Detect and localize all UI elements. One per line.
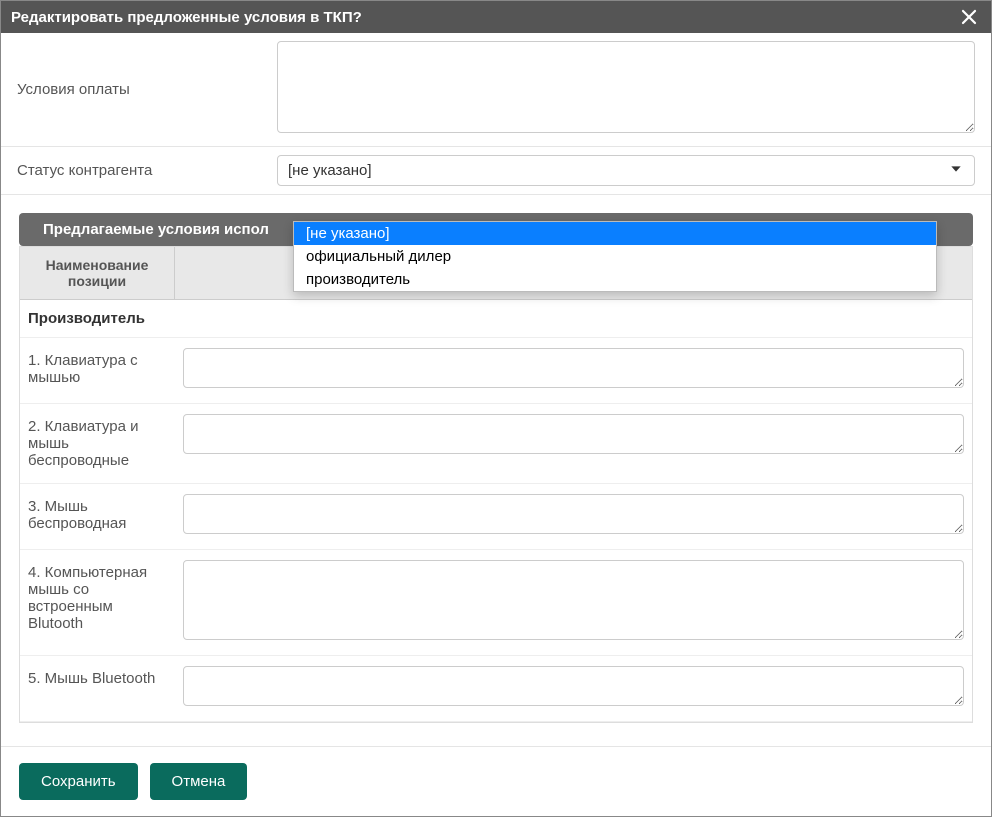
row-value-input[interactable] (183, 348, 964, 388)
table-row: 2. Клавиатура и мышь беспроводные (20, 404, 972, 484)
modal-body[interactable]: Условия оплаты Статус контрагента [не ук… (1, 33, 991, 746)
payment-terms-label: Условия оплаты (17, 81, 277, 98)
contractor-status-selected: [не указано] (288, 162, 372, 179)
dropdown-option[interactable]: официальный дилер (294, 245, 936, 268)
row-name: 3. Мышь беспроводная (20, 484, 175, 549)
table-row: 4. Компьютерная мышь со встроенным Bluto… (20, 550, 972, 656)
dropdown-option[interactable]: [не указано] (294, 222, 936, 245)
row-name: 1. Клавиатура с мышью (20, 338, 175, 403)
close-icon[interactable] (957, 5, 981, 29)
modal-footer: Сохранить Отмена (1, 746, 991, 816)
row-value-input[interactable] (183, 414, 964, 454)
spec-group-title: Производитель (20, 300, 972, 338)
row-name: 2. Клавиатура и мышь беспроводные (20, 404, 175, 483)
save-button[interactable]: Сохранить (19, 763, 138, 800)
row-value-input[interactable] (183, 560, 964, 640)
modal-dialog: Редактировать предложенные условия в ТКП… (0, 0, 992, 817)
contractor-status-dropdown: [не указано] официальный дилер производи… (293, 221, 937, 292)
table-row: 1. Клавиатура с мышью (20, 338, 972, 404)
chevron-down-icon (948, 161, 964, 181)
cancel-button[interactable]: Отмена (150, 763, 248, 800)
payment-terms-input[interactable] (277, 41, 975, 133)
row-value-input[interactable] (183, 666, 964, 706)
modal-titlebar: Редактировать предложенные условия в ТКП… (1, 1, 991, 33)
spec-table: Наименование позиции Значение Производит… (19, 246, 973, 723)
contractor-status-label: Статус контрагента (17, 162, 277, 179)
table-row: 3. Мышь беспроводная (20, 484, 972, 550)
modal-title: Редактировать предложенные условия в ТКП… (11, 9, 362, 26)
row-name: 4. Компьютерная мышь со встроенным Bluto… (20, 550, 175, 655)
column-header-name: Наименование позиции (20, 247, 175, 299)
table-row: 5. Мышь Bluetooth (20, 656, 972, 722)
row-name: 5. Мышь Bluetooth (20, 656, 175, 721)
contractor-status-row: Статус контрагента [не указано] (1, 147, 991, 195)
row-value-input[interactable] (183, 494, 964, 534)
dropdown-option[interactable]: производитель (294, 268, 936, 291)
payment-terms-row: Условия оплаты (1, 33, 991, 147)
contractor-status-select[interactable]: [не указано] (277, 155, 975, 186)
